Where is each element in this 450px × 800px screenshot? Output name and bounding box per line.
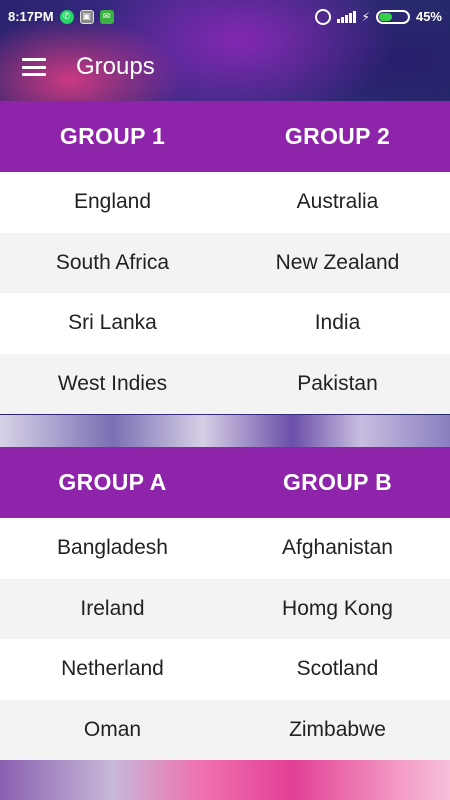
team-list: Bangladesh Afghanistan Ireland Homg Kong… [0, 518, 450, 760]
group-table-1: GROUP 1 GROUP 2 England Australia South … [0, 101, 450, 414]
team-name[interactable]: England [0, 172, 225, 233]
table-row: West Indies Pakistan [0, 353, 450, 415]
table-row: England Australia [0, 172, 450, 233]
table-row: Bangladesh Afghanistan [0, 518, 450, 579]
battery-percent: 45% [415, 9, 442, 24]
team-name[interactable]: Scotland [225, 639, 450, 700]
team-name[interactable]: Zimbabwe [225, 700, 450, 761]
page-title: Groups [76, 53, 155, 80]
team-name[interactable]: Oman [0, 700, 225, 761]
team-name[interactable]: Homg Kong [225, 579, 450, 640]
table-row: Netherland Scotland [0, 639, 450, 700]
team-name[interactable]: Ireland [0, 579, 225, 640]
team-name[interactable]: New Zealand [225, 233, 450, 294]
team-name[interactable]: West Indies [0, 354, 225, 415]
menu-icon[interactable] [22, 58, 46, 76]
table-row: Sri Lanka India [0, 293, 450, 354]
team-name[interactable]: South Africa [0, 233, 225, 294]
battery-icon [375, 9, 410, 24]
group-header-right: GROUP 2 [284, 123, 391, 149]
gallery-notification-icon: ▣ [79, 9, 94, 24]
team-name[interactable]: Bangladesh [0, 518, 225, 579]
background-strip [0, 760, 450, 800]
charging-icon: ⚡ [361, 9, 370, 24]
status-bar: 8:17PM ✆ ▣ ✉ ⚡ 45% [0, 0, 450, 33]
group-header-row: GROUP 1 GROUP 2 [0, 101, 450, 172]
group-header-left: GROUP 1 [59, 123, 166, 149]
alarm-icon [314, 8, 331, 25]
team-list: England Australia South Africa New Zeala… [0, 172, 450, 414]
signal-icon [336, 10, 356, 23]
team-name[interactable]: Australia [225, 172, 450, 233]
table-row: South Africa New Zealand [0, 232, 450, 294]
background-strip [0, 415, 450, 447]
group-header-right: GROUP B [282, 469, 393, 495]
group-header-left: GROUP A [58, 469, 167, 495]
table-row: Ireland Homg Kong [0, 578, 450, 640]
message-notification-icon: ✉ [99, 9, 114, 24]
team-name[interactable]: Netherland [0, 639, 225, 700]
app-bar: Groups [0, 33, 450, 101]
team-name[interactable]: Pakistan [225, 354, 450, 415]
table-row: Oman Zimbabwe [0, 699, 450, 761]
status-time: 8:17PM [8, 9, 54, 24]
group-table-2: GROUP A GROUP B Bangladesh Afghanistan I… [0, 447, 450, 760]
team-name[interactable]: Sri Lanka [0, 293, 225, 354]
team-name[interactable]: Afghanistan [225, 518, 450, 579]
team-name[interactable]: India [225, 293, 450, 354]
group-header-row: GROUP A GROUP B [0, 447, 450, 518]
whatsapp-icon: ✆ [59, 9, 74, 24]
